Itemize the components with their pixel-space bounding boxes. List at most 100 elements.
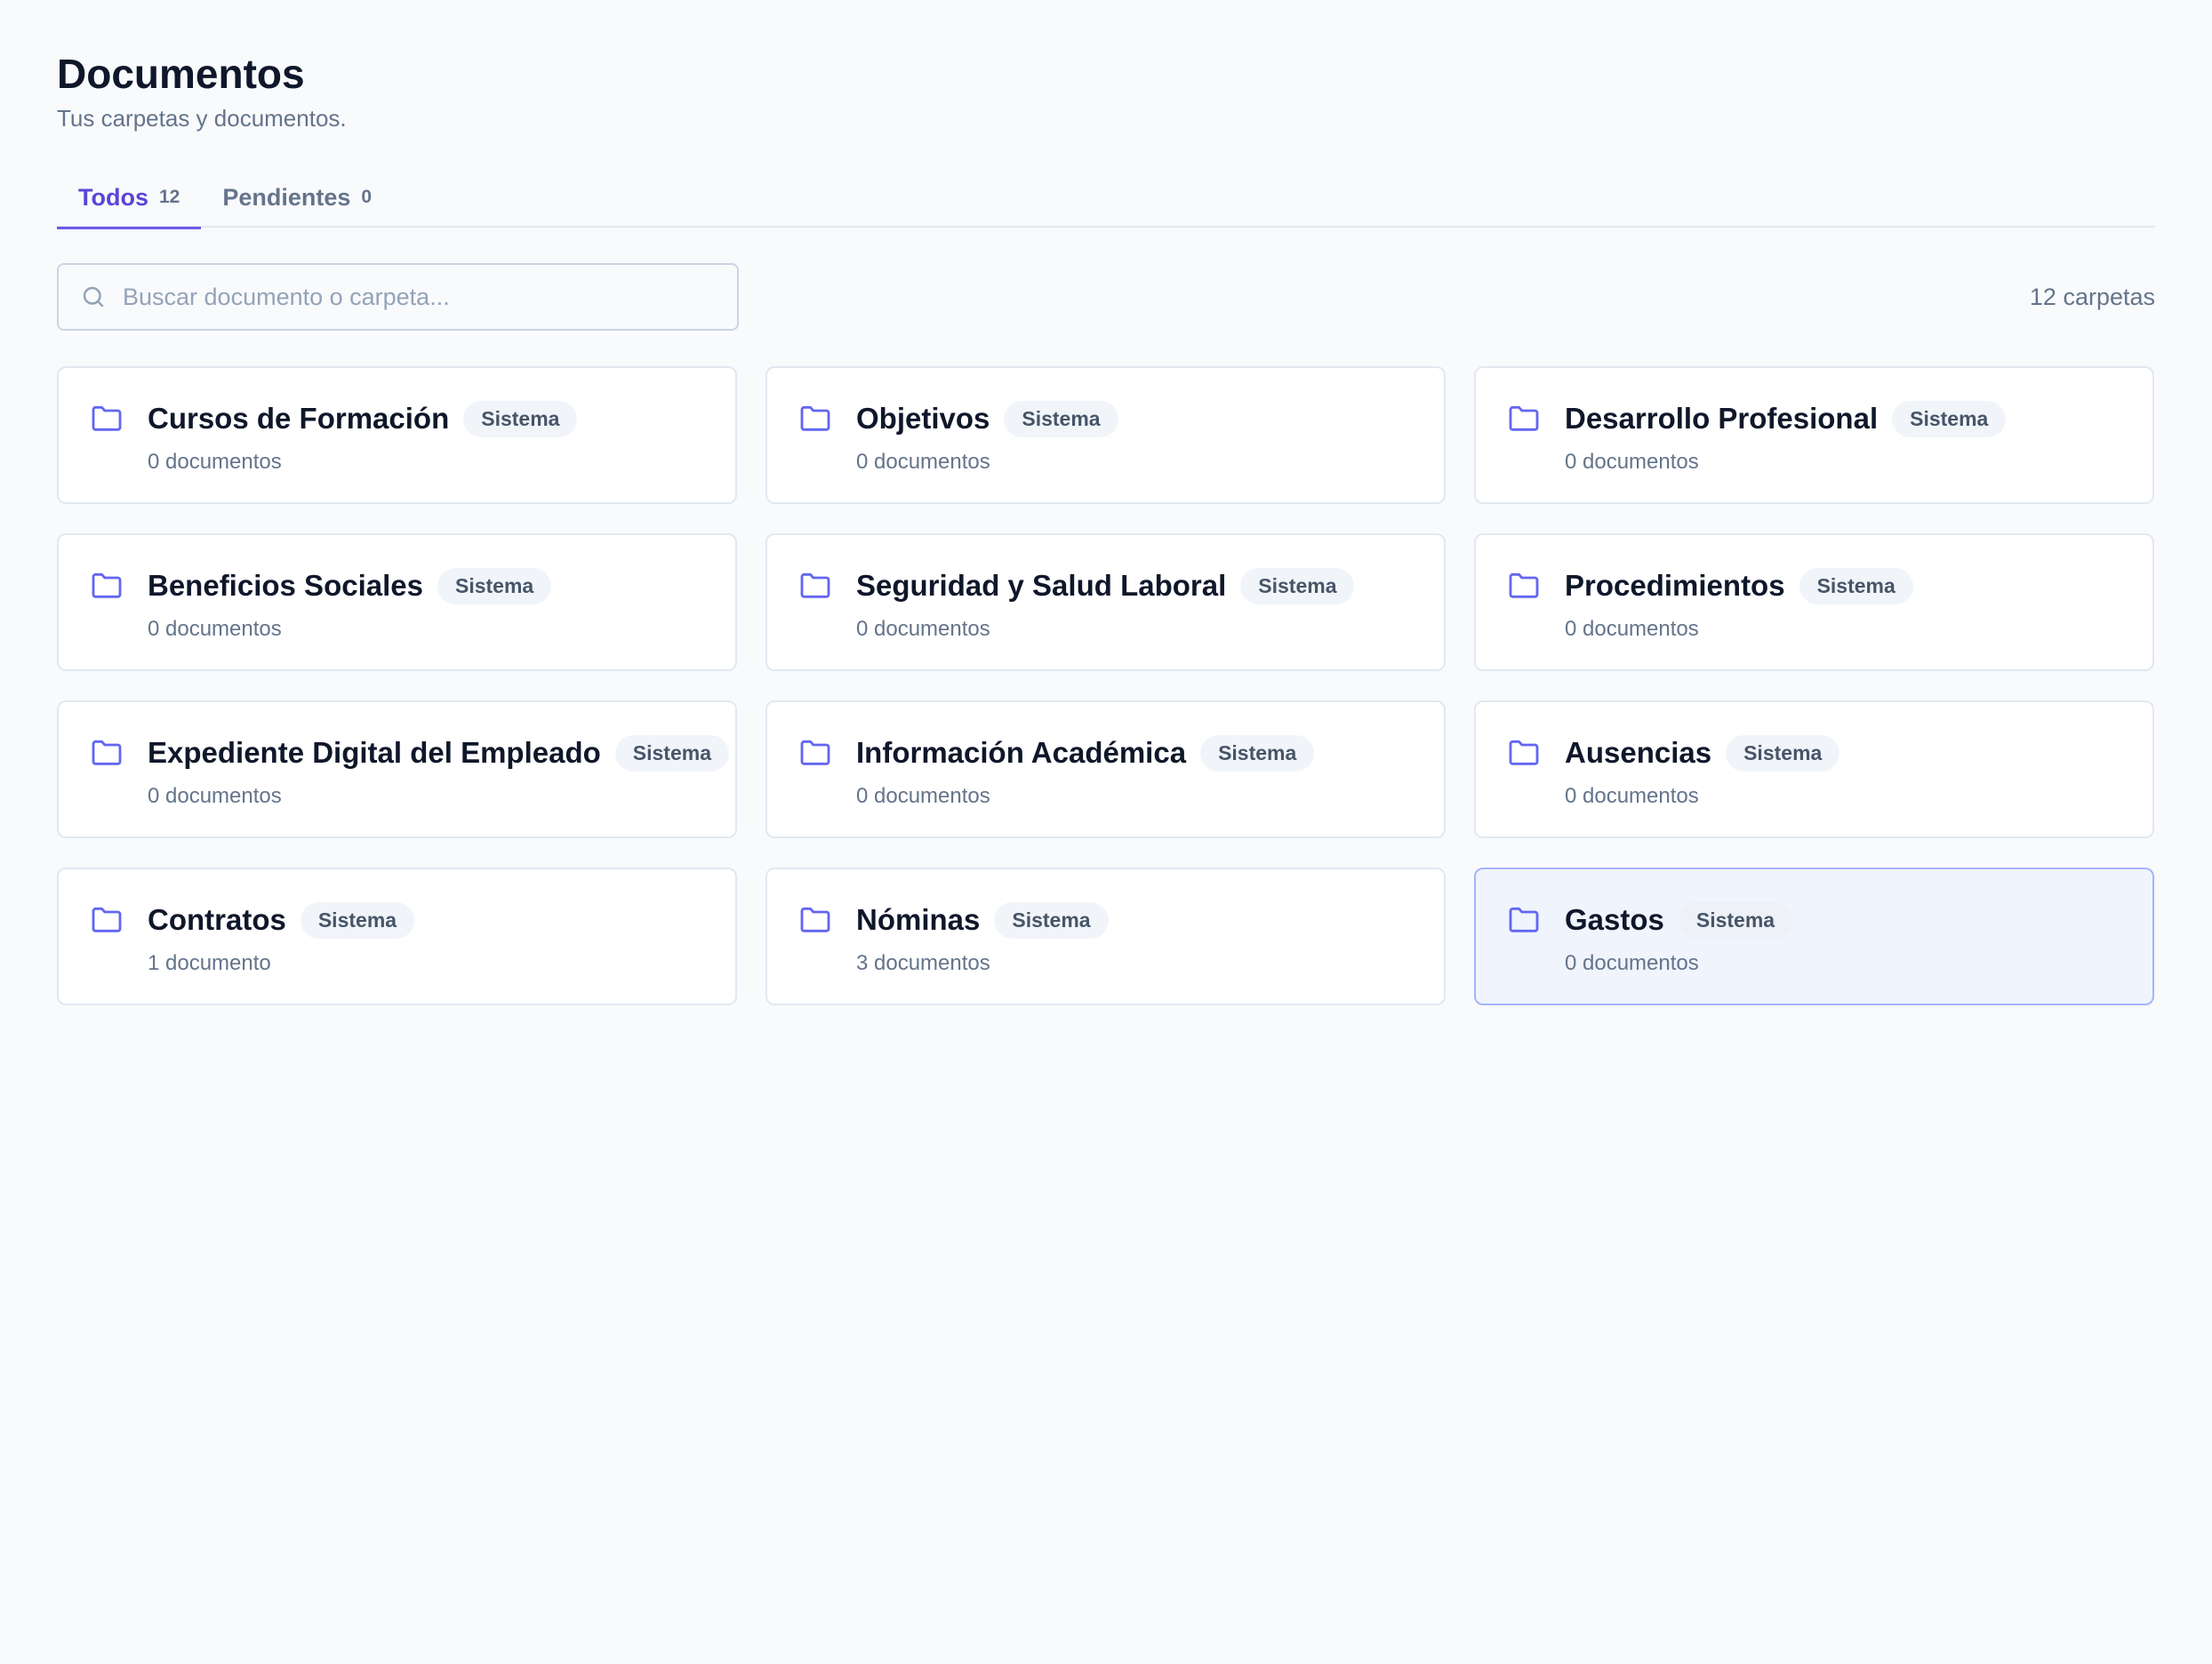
folder-card-body: Procedimientos Sistema 0 documentos bbox=[1565, 567, 1913, 669]
folder-name: Procedimientos bbox=[1565, 569, 1785, 602]
folder-card-body: Seguridad y Salud Laboral Sistema 0 docu… bbox=[856, 567, 1355, 669]
document-count: 0 documentos bbox=[148, 450, 282, 474]
tab-count: 0 bbox=[361, 187, 373, 207]
folder-card-body: Gastos Sistema 0 documentos bbox=[1565, 901, 1793, 1004]
folder-name: Gastos bbox=[1565, 903, 1664, 936]
folder-card-body: Beneficios Sociales Sistema 0 documentos bbox=[148, 567, 552, 669]
system-badge: Sistema bbox=[1200, 734, 1315, 772]
folder-card[interactable]: Desarrollo Profesional Sistema 0 documen… bbox=[1474, 366, 2154, 504]
system-badge: Sistema bbox=[1799, 567, 1913, 604]
folder-icon bbox=[1509, 405, 1539, 431]
folder-card[interactable]: Seguridad y Salud Laboral Sistema 0 docu… bbox=[765, 533, 1446, 671]
folder-icon bbox=[92, 405, 122, 431]
folder-grid: Cursos de Formación Sistema 0 documentos… bbox=[57, 366, 2155, 1005]
folder-icon bbox=[1509, 572, 1539, 598]
folder-icon bbox=[1509, 740, 1539, 765]
page-subtitle: Tus carpetas y documentos. bbox=[57, 105, 347, 132]
folder-card[interactable]: Información Académica Sistema 0 document… bbox=[765, 700, 1446, 838]
tab-bar: Todos 12 Pendientes 0 bbox=[57, 167, 2155, 229]
system-badge: Sistema bbox=[1892, 400, 2007, 437]
tab-count: 12 bbox=[158, 187, 180, 207]
document-count: 0 documentos bbox=[148, 617, 282, 641]
folder-card-head: Cursos de Formación Sistema bbox=[148, 400, 578, 437]
folder-icon bbox=[800, 907, 830, 932]
search-input[interactable] bbox=[123, 283, 692, 311]
folder-icon bbox=[92, 907, 122, 932]
folder-name: Nóminas bbox=[856, 903, 981, 936]
folder-card-body: Contratos Sistema 1 documento bbox=[148, 901, 415, 1004]
document-count: 1 documento bbox=[148, 951, 271, 975]
folder-card-head: Procedimientos Sistema bbox=[1565, 567, 1913, 604]
tab-label: Todos bbox=[78, 183, 148, 211]
folder-card-head: Ausencias Sistema bbox=[1565, 734, 1840, 772]
folder-card-head: Objetivos Sistema bbox=[856, 400, 1118, 437]
page-title: Documentos bbox=[57, 51, 305, 97]
folder-name: Contratos bbox=[148, 903, 286, 936]
folder-count: 12 carpetas bbox=[2029, 283, 2155, 310]
folder-card-body: Ausencias Sistema 0 documentos bbox=[1565, 734, 1840, 836]
folder-name: Expediente Digital del Empleado bbox=[148, 736, 601, 769]
document-count: 0 documentos bbox=[856, 784, 990, 808]
folder-name: Objetivos bbox=[856, 402, 990, 435]
folder-card-body: Objetivos Sistema 0 documentos bbox=[856, 400, 1118, 502]
tab-pendientes[interactable]: Pendientes 0 bbox=[201, 167, 393, 228]
system-badge: Sistema bbox=[1726, 734, 1840, 772]
folder-card-head: Contratos Sistema bbox=[148, 901, 415, 939]
folder-name: Desarrollo Profesional bbox=[1565, 402, 1879, 435]
document-count: 0 documentos bbox=[1565, 450, 1699, 474]
tab-todos[interactable]: Todos 12 bbox=[57, 167, 202, 229]
system-badge: Sistema bbox=[463, 400, 578, 437]
document-count: 0 documentos bbox=[148, 784, 282, 808]
system-badge: Sistema bbox=[437, 567, 552, 604]
system-badge: Sistema bbox=[300, 901, 415, 939]
system-badge: Sistema bbox=[614, 734, 729, 772]
folder-icon bbox=[92, 572, 122, 598]
system-badge: Sistema bbox=[1240, 567, 1355, 604]
folder-card[interactable]: Contratos Sistema 1 documento bbox=[57, 868, 737, 1005]
folder-card[interactable]: Objetivos Sistema 0 documentos bbox=[765, 366, 1446, 504]
folder-card-body: Expediente Digital del Empleado Sistema … bbox=[148, 734, 729, 836]
system-badge: Sistema bbox=[994, 901, 1109, 939]
document-count: 0 documentos bbox=[856, 617, 990, 641]
folder-name: Cursos de Formación bbox=[148, 402, 450, 435]
folder-icon bbox=[800, 740, 830, 765]
folder-card[interactable]: Procedimientos Sistema 0 documentos bbox=[1474, 533, 2154, 671]
folder-card-head: Desarrollo Profesional Sistema bbox=[1565, 400, 2007, 437]
folder-card[interactable]: Beneficios Sociales Sistema 0 documentos bbox=[57, 533, 737, 671]
folder-card-body: Cursos de Formación Sistema 0 documentos bbox=[148, 400, 578, 502]
folder-card[interactable]: Gastos Sistema 0 documentos bbox=[1474, 868, 2154, 1005]
toolbar: 12 carpetas bbox=[57, 263, 2155, 331]
system-badge: Sistema bbox=[1004, 400, 1118, 437]
folder-name: Beneficios Sociales bbox=[148, 569, 423, 602]
folder-icon bbox=[800, 572, 830, 598]
folder-card-head: Nóminas Sistema bbox=[856, 901, 1109, 939]
tab-label: Pendientes bbox=[222, 183, 351, 211]
document-count: 0 documentos bbox=[856, 450, 990, 474]
folder-name: Ausencias bbox=[1565, 736, 1712, 769]
folder-icon bbox=[92, 740, 122, 765]
folder-card-body: Desarrollo Profesional Sistema 0 documen… bbox=[1565, 400, 2007, 502]
folder-card[interactable]: Ausencias Sistema 0 documentos bbox=[1474, 700, 2154, 838]
search-box[interactable] bbox=[57, 263, 739, 331]
search-icon bbox=[83, 286, 104, 308]
folder-icon bbox=[1509, 907, 1539, 932]
folder-name: Seguridad y Salud Laboral bbox=[856, 569, 1227, 602]
folder-card-body: Nóminas Sistema 3 documentos bbox=[856, 901, 1109, 1004]
folder-card-head: Información Académica Sistema bbox=[856, 734, 1315, 772]
folder-card[interactable]: Expediente Digital del Empleado Sistema … bbox=[57, 700, 737, 838]
documents-page: Documentos Tus carpetas y documentos. To… bbox=[57, 44, 2155, 1005]
folder-card[interactable]: Nóminas Sistema 3 documentos bbox=[765, 868, 1446, 1005]
system-badge: Sistema bbox=[1678, 901, 1793, 939]
folder-icon bbox=[800, 405, 830, 431]
folder-card-head: Expediente Digital del Empleado Sistema bbox=[148, 734, 729, 772]
document-count: 3 documentos bbox=[856, 951, 990, 975]
document-count: 0 documentos bbox=[1565, 617, 1699, 641]
document-count: 0 documentos bbox=[1565, 784, 1699, 808]
folder-card-body: Información Académica Sistema 0 document… bbox=[856, 734, 1315, 836]
folder-card[interactable]: Cursos de Formación Sistema 0 documentos bbox=[57, 366, 737, 504]
folder-card-head: Gastos Sistema bbox=[1565, 901, 1793, 939]
folder-name: Información Académica bbox=[856, 736, 1187, 769]
document-count: 0 documentos bbox=[1565, 951, 1699, 975]
folder-card-head: Seguridad y Salud Laboral Sistema bbox=[856, 567, 1355, 604]
folder-card-head: Beneficios Sociales Sistema bbox=[148, 567, 552, 604]
